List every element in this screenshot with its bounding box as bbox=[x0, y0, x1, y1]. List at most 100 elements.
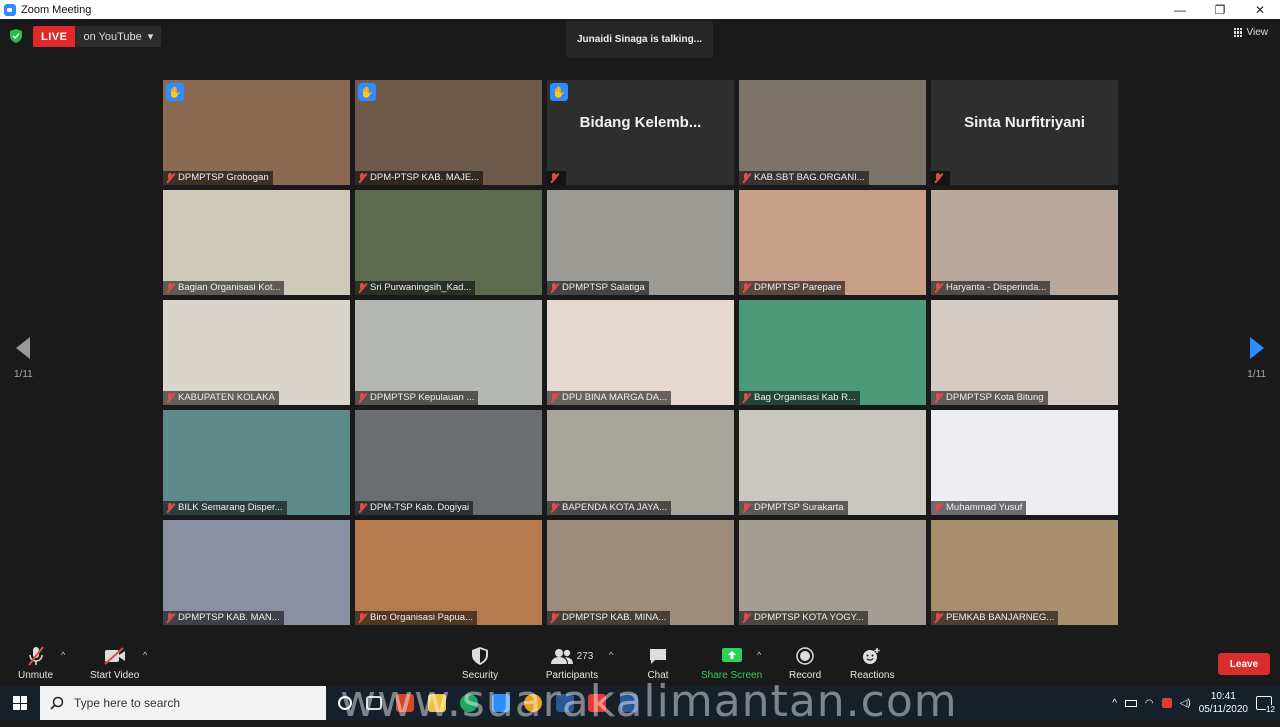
participant-label: Muhammad Yusuf bbox=[931, 501, 1027, 515]
record-button[interactable]: Record bbox=[789, 645, 821, 681]
windows-logo-icon bbox=[13, 696, 27, 710]
live-destination[interactable]: on YouTube ▾ bbox=[75, 26, 162, 47]
video-tile[interactable]: Muhammad Yusuf bbox=[931, 410, 1118, 515]
video-tile[interactable]: Sri Purwaningsih_Kad... bbox=[355, 190, 542, 295]
unmute-label: Unmute bbox=[18, 670, 54, 681]
video-tile[interactable]: ✋ DPMPTSP Grobogan bbox=[163, 80, 350, 185]
chevron-up-icon[interactable]: ^ bbox=[1112, 698, 1117, 709]
arrow-left-icon[interactable] bbox=[16, 337, 31, 359]
maximize-button[interactable]: ❐ bbox=[1200, 0, 1240, 19]
video-tile[interactable]: Bagian Organisasi Kot... bbox=[163, 190, 350, 295]
mic-muted-icon bbox=[742, 283, 751, 293]
smiley-add-icon bbox=[860, 645, 884, 667]
taskbar-clock[interactable]: 10:41 05/11/2020 bbox=[1199, 690, 1248, 716]
mic-muted-icon bbox=[166, 503, 175, 513]
arrow-right-icon[interactable] bbox=[1249, 337, 1264, 359]
video-options-caret[interactable]: ^ bbox=[143, 650, 147, 660]
video-tile[interactable]: Biro Organisasi Papua... bbox=[355, 520, 542, 625]
next-page-nav[interactable]: 1/11 bbox=[1247, 337, 1266, 380]
word-icon[interactable] bbox=[556, 694, 574, 712]
previous-page-nav[interactable]: 1/11 bbox=[14, 337, 33, 380]
minimize-button[interactable]: — bbox=[1160, 0, 1200, 19]
word-icon-2[interactable] bbox=[620, 694, 638, 712]
video-tile[interactable]: DPMPTSP Surakarta bbox=[739, 410, 926, 515]
leave-button[interactable]: Leave bbox=[1218, 653, 1270, 675]
view-button[interactable]: View bbox=[1233, 27, 1268, 38]
video-tile[interactable]: BAPENDA KOTA JAYA... bbox=[547, 410, 734, 515]
audio-options-caret[interactable]: ^ bbox=[61, 650, 65, 660]
security-button[interactable]: Security bbox=[462, 645, 498, 681]
antivirus-icon[interactable] bbox=[1161, 698, 1172, 708]
video-tile[interactable]: ✋ DPM-PTSP KAB. MAJE... bbox=[355, 80, 542, 185]
notifications-icon[interactable]: 12 bbox=[1256, 696, 1275, 714]
video-tile[interactable]: Bag Organisasi Kab R... bbox=[739, 300, 926, 405]
clock-time: 10:41 bbox=[1210, 691, 1236, 702]
video-tile[interactable]: Bidang Kelemb... ✋ bbox=[547, 80, 734, 185]
start-video-button[interactable]: Start Video bbox=[90, 645, 139, 681]
start-button[interactable] bbox=[0, 686, 40, 720]
taskbar-search-box[interactable]: Type here to search bbox=[40, 686, 326, 720]
video-tile[interactable]: BILK Semarang Disper... bbox=[163, 410, 350, 515]
reactions-button[interactable]: Reactions bbox=[850, 645, 894, 681]
video-tile[interactable]: DPMPTSP Kota Bitung bbox=[931, 300, 1118, 405]
participant-name-display: Sinta Nurfitriyani bbox=[964, 114, 1085, 131]
chat-button[interactable]: Chat bbox=[646, 645, 670, 681]
participant-label: PEMKAB BANJARNEG... bbox=[931, 611, 1059, 625]
video-tile[interactable]: DPU BINA MARGA DA... bbox=[547, 300, 734, 405]
participant-label: DPMPTSP Grobogan bbox=[163, 171, 273, 185]
participant-name: DPM-PTSP KAB. MAJE... bbox=[370, 172, 480, 183]
zoom-logo-icon bbox=[4, 3, 16, 16]
video-tile[interactable]: DPMPTSP KOTA YOGY... bbox=[739, 520, 926, 625]
meeting-stage: LIVE on YouTube ▾ Junaidi Sinaga is talk… bbox=[0, 19, 1280, 641]
participant-name: Bag Organisasi Kab R... bbox=[754, 392, 856, 403]
video-tile[interactable]: DPM-TSP Kab. Dogiyai bbox=[355, 410, 542, 515]
chrome-alt-icon[interactable] bbox=[524, 694, 542, 712]
video-tile[interactable]: KABUPATEN KOLAKA bbox=[163, 300, 350, 405]
mic-muted-icon bbox=[358, 393, 367, 403]
participant-label: DPU BINA MARGA DA... bbox=[547, 391, 672, 405]
video-tile[interactable]: Sinta Nurfitriyani bbox=[931, 80, 1118, 185]
mic-muted-icon bbox=[742, 613, 751, 623]
close-button[interactable]: ✕ bbox=[1240, 0, 1280, 19]
mic-muted-icon bbox=[934, 503, 943, 513]
battery-icon[interactable] bbox=[1124, 699, 1137, 707]
share-screen-button[interactable]: Share Screen bbox=[701, 645, 762, 681]
unmute-button[interactable]: Unmute bbox=[18, 645, 53, 681]
video-tile[interactable]: DPMPTSP KAB. MAN... bbox=[163, 520, 350, 625]
volume-icon[interactable]: ◁) bbox=[1180, 698, 1191, 709]
windows-taskbar: Type here to search ^ ◠ ◁) 10:41 05/11/2… bbox=[0, 686, 1280, 720]
mic-muted-icon bbox=[166, 173, 175, 183]
mic-muted-icon bbox=[166, 283, 175, 293]
participant-label: KAB.SBT BAG.ORGANI... bbox=[739, 171, 869, 185]
video-tile[interactable]: DPMPTSP Parepare bbox=[739, 190, 926, 295]
video-tile[interactable]: Haryanta - Disperinda... bbox=[931, 190, 1118, 295]
cortana-icon[interactable] bbox=[338, 696, 352, 710]
participants-options-caret[interactable]: ^ bbox=[609, 650, 613, 660]
pdf-icon[interactable] bbox=[588, 694, 606, 712]
chrome-icon[interactable] bbox=[460, 694, 478, 712]
video-tile[interactable]: DPMPTSP KAB. MINA... bbox=[547, 520, 734, 625]
wifi-icon[interactable]: ◠ bbox=[1145, 698, 1154, 709]
participant-label: DPMPTSP Kota Bitung bbox=[931, 391, 1048, 405]
mic-muted-icon bbox=[358, 283, 367, 293]
mic-muted-icon bbox=[934, 393, 943, 403]
participants-button[interactable]: 273 Participants bbox=[542, 645, 602, 681]
zoom-icon[interactable] bbox=[492, 694, 510, 712]
powerpoint-icon[interactable] bbox=[396, 694, 414, 712]
file-explorer-icon[interactable] bbox=[428, 694, 446, 712]
video-tile[interactable]: DPMPTSP Kepulauan ... bbox=[355, 300, 542, 405]
video-tile[interactable]: DPMPTSP Salatiga bbox=[547, 190, 734, 295]
participant-label bbox=[931, 171, 950, 185]
participant-label: BILK Semarang Disper... bbox=[163, 501, 287, 515]
video-tile[interactable]: PEMKAB BANJARNEG... bbox=[931, 520, 1118, 625]
active-speaker-text: Junaidi Sinaga is talking... bbox=[576, 34, 703, 45]
participant-name: Biro Organisasi Papua... bbox=[370, 612, 473, 623]
mic-muted-icon bbox=[358, 503, 367, 513]
live-stream-indicator[interactable]: LIVE on YouTube ▾ bbox=[33, 26, 162, 47]
task-view-icon[interactable] bbox=[366, 696, 382, 710]
share-options-caret[interactable]: ^ bbox=[757, 650, 761, 660]
video-tile[interactable]: KAB.SBT BAG.ORGANI... bbox=[739, 80, 926, 185]
participant-label: DPM-TSP Kab. Dogiyai bbox=[355, 501, 474, 515]
raised-hand-icon: ✋ bbox=[550, 83, 568, 101]
encryption-shield-icon[interactable] bbox=[10, 29, 22, 43]
